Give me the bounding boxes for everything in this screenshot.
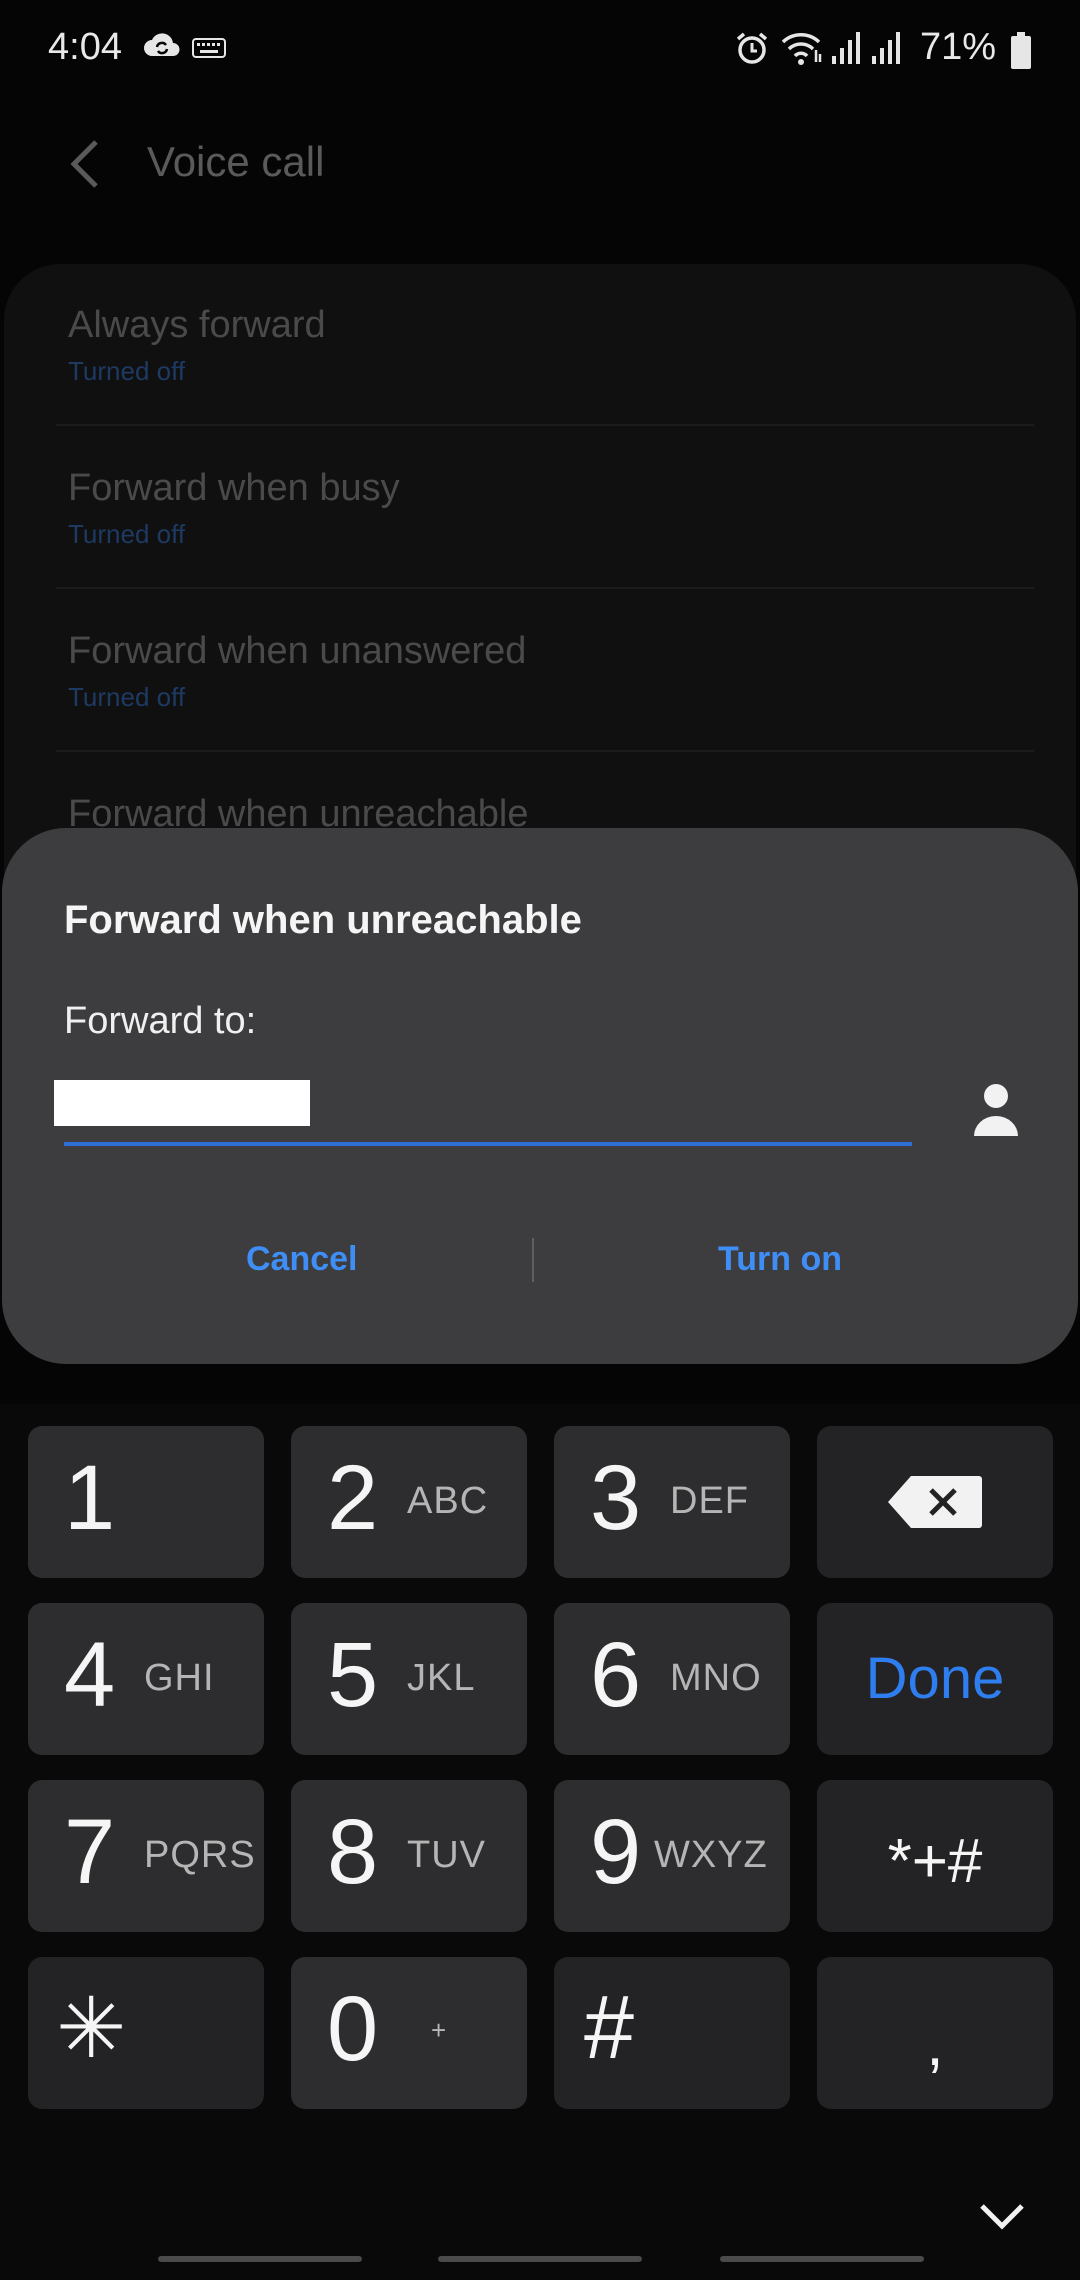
key-digit: 3 [590,1447,642,1549]
forward-dialog: Forward when unreachable Forward to: Can… [2,828,1078,1364]
key-2[interactable]: 2 ABC [291,1426,527,1578]
key-letters: MNO [670,1657,762,1699]
list-item-status: Turned off [68,519,186,549]
key-letters: + [431,2015,447,2045]
nav-handle [720,2256,924,2262]
dialog-title: Forward when unreachable [64,898,582,942]
symbols-label: *+# [887,1827,983,1896]
turn-on-button[interactable]: Turn on [718,1240,842,1279]
key-digit: 4 [64,1624,116,1726]
key-letters: TUV [407,1834,486,1876]
key-star[interactable]: ✳ [28,1957,264,2109]
key-letters: DEF [670,1480,749,1522]
signal-icon [832,32,860,64]
key-0[interactable]: 0 + [291,1957,527,2109]
page-title: Voice call [147,138,325,185]
key-hash[interactable]: # [554,1957,790,2109]
divider [56,424,1034,426]
key-letters: WXYZ [654,1834,768,1876]
key-letters: ABC [407,1480,489,1522]
key-digit: 5 [327,1624,379,1726]
backspace-key[interactable] [817,1426,1053,1578]
key-digit: 8 [327,1801,379,1903]
list-item-forward-when-unanswered[interactable]: Forward when unanswered Turned off [56,590,1034,752]
keyboard-icon [192,38,226,58]
chevron-down-icon[interactable] [974,2188,1030,2244]
key-6[interactable]: 6 MNO [554,1603,790,1755]
numeric-keypad: 1 2 ABC 3 DEF 4 GHI 5 JKL 6 MNO Done 7 P… [0,1404,1080,2280]
key-digit: 7 [64,1801,116,1903]
key-digit: 0 [327,1978,379,2080]
contacts-icon[interactable] [968,1080,1024,1142]
list-item-title: Forward when busy [68,467,400,509]
list-item-always-forward[interactable]: Always forward Turned off [56,264,1034,426]
list-item-title: Forward when unanswered [68,630,527,672]
key-9[interactable]: 9 WXYZ [554,1780,790,1932]
battery-icon [1011,32,1031,69]
key-letters: GHI [144,1657,215,1699]
battery-percentage: 71% [920,26,997,68]
signal-icon [872,32,900,64]
nav-handle [158,2256,362,2262]
divider [56,587,1034,589]
key-1[interactable]: 1 [28,1426,264,1578]
comma-label: , [926,2010,944,2079]
forward-to-label: Forward to: [64,1000,257,1042]
hash-label: # [584,1978,635,2078]
list-item-status: Turned off [68,356,186,386]
key-5[interactable]: 5 JKL [291,1603,527,1755]
done-key[interactable]: Done [817,1603,1053,1755]
list-item-title: Always forward [68,304,326,346]
cloud-sync-icon [144,33,180,56]
symbols-key[interactable]: *+# [817,1780,1053,1932]
list-item-forward-when-busy[interactable]: Forward when busy Turned off [56,427,1034,589]
done-label: Done [865,1646,1005,1711]
key-7[interactable]: 7 PQRS [28,1780,264,1932]
forward-number-input[interactable] [54,1080,310,1126]
alarm-icon [736,32,768,64]
input-underline [64,1142,912,1146]
key-digit: 1 [64,1447,116,1549]
status-bar: 4:04 71% [0,0,1080,104]
key-digit: 6 [590,1624,642,1726]
cancel-button[interactable]: Cancel [246,1240,358,1279]
list-item-status: Turned off [68,682,186,712]
backspace-icon [888,1476,982,1528]
key-digit: 2 [327,1447,379,1549]
divider [56,750,1034,752]
key-letters: JKL [407,1657,476,1699]
key-comma[interactable]: , [817,1957,1053,2109]
back-arrow-icon[interactable] [56,134,116,194]
app-bar: Voice call [0,104,1080,214]
key-3[interactable]: 3 DEF [554,1426,790,1578]
wifi-icon [781,33,822,65]
key-8[interactable]: 8 TUV [291,1780,527,1932]
button-divider [532,1238,534,1282]
key-digit: 9 [590,1801,642,1903]
key-letters: PQRS [144,1834,256,1876]
nav-handle [438,2256,642,2262]
key-4[interactable]: 4 GHI [28,1603,264,1755]
star-label: ✳ [56,1981,127,2075]
status-time: 4:04 [48,26,122,68]
